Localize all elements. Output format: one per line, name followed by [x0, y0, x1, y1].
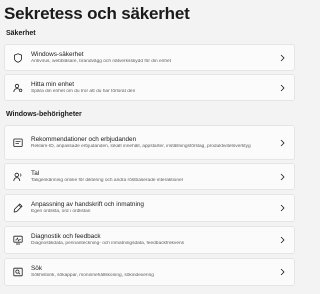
find-my-device-item[interactable]: Hitta min enhet Spåra din enhet om du tr… — [4, 74, 295, 101]
chevron-right-icon — [280, 236, 285, 244]
item-subtitle: Spåra din enhet om du tror att du har fö… — [31, 88, 136, 94]
shield-icon — [13, 52, 23, 63]
item-subtitle: Taligenkänning online för diktering och … — [31, 177, 184, 183]
item-title: Tal — [31, 169, 40, 177]
chevron-right-icon — [280, 204, 285, 212]
item-title: Windows-säkerhet — [31, 50, 84, 58]
item-title: Rekommendationer och erbjudanden — [31, 135, 137, 143]
handwriting-icon — [13, 203, 23, 213]
recommendations-icon — [13, 138, 23, 148]
diagnostics-feedback-item[interactable]: Diagnostik och feedback Diagnostikdata, … — [4, 226, 295, 254]
item-title: Hitta min enhet — [31, 80, 74, 88]
chevron-right-icon — [280, 268, 285, 276]
search-icon — [13, 267, 23, 277]
chevron-right-icon — [280, 84, 285, 92]
chevron-right-icon — [280, 173, 285, 181]
chevron-right-icon — [280, 54, 285, 62]
search-permissions-item[interactable]: Sök Sökhistorik, sökappar, moninnehållsk… — [4, 258, 295, 286]
item-subtitle: Diagnostikdata, pennanteckning- och inma… — [31, 241, 185, 246]
item-title: Sök — [31, 265, 43, 272]
section-header-security: Säkerhet — [6, 30, 36, 37]
speech-icon — [13, 172, 23, 182]
speech-item[interactable]: Tal Taligenkänning online för diktering … — [4, 163, 295, 190]
item-subtitle: Antivirus, webbläsare, brandvägg och nät… — [31, 58, 171, 64]
windows-security-item[interactable]: Windows-säkerhet Antivirus, webbläsare, … — [4, 44, 295, 71]
item-title: Diagnostik och feedback — [31, 233, 101, 240]
item-subtitle: Egen ordlista, ord i ordlistan — [31, 209, 91, 214]
diagnostics-icon — [13, 235, 23, 245]
item-subtitle: Reklam-ID, anpassade erbjudanden, lokalt… — [31, 143, 251, 149]
handwriting-item[interactable]: Anpassning av handskrift och inmatning E… — [4, 194, 295, 222]
chevron-right-icon — [280, 139, 285, 147]
recommendations-item[interactable]: Rekommendationer och erbjudanden Reklam-… — [4, 125, 295, 160]
page-title: Sekretess och säkerhet — [4, 4, 190, 23]
location-person-icon — [13, 83, 23, 93]
item-subtitle: Sökhistorik, sökappar, moninnehållskonin… — [31, 273, 154, 278]
section-header-windows-permissions: Windows-behörigheter — [6, 111, 82, 118]
item-title: Anpassning av handskrift och inmatning — [31, 201, 144, 208]
